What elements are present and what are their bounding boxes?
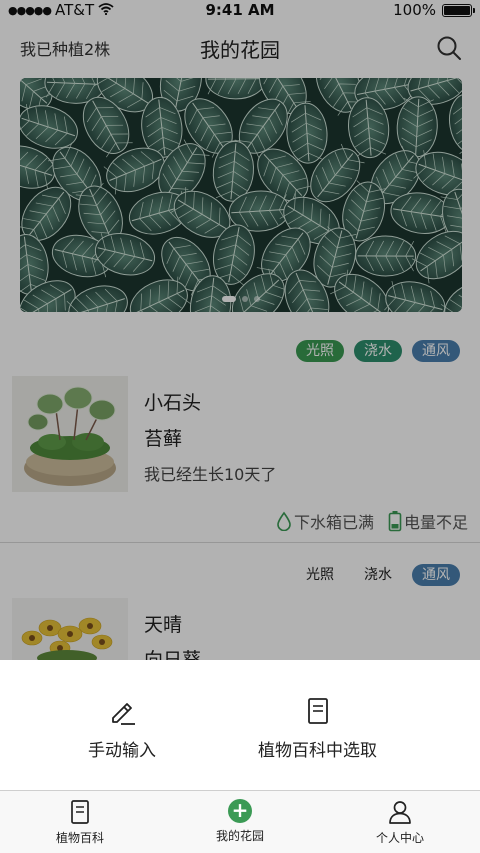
tab-my-garden[interactable]: + 我的花园 xyxy=(160,791,320,853)
manual-input-option[interactable]: 手动输入 xyxy=(88,696,156,761)
manual-input-label: 手动输入 xyxy=(88,741,156,761)
tab-encyclopedia[interactable]: 植物百科 xyxy=(0,791,160,853)
encyclopedia-pick-option[interactable]: 植物百科中选取 xyxy=(258,696,377,761)
encyclopedia-pick-label: 植物百科中选取 xyxy=(258,741,377,761)
person-icon xyxy=(389,801,411,824)
tab-label: 植物百科 xyxy=(55,831,104,845)
tab-bar: 植物百科 + 我的花园 个人中心 xyxy=(0,790,480,853)
tab-label: 我的花园 xyxy=(215,829,264,843)
add-plant-sheet: 手动输入 植物百科中选取 xyxy=(0,660,480,790)
tab-label: 个人中心 xyxy=(375,831,424,845)
pencil-icon xyxy=(112,703,135,725)
book-icon xyxy=(71,800,89,824)
plus-icon: + xyxy=(228,799,252,823)
book-icon xyxy=(307,698,328,724)
modal-backdrop[interactable] xyxy=(0,0,480,660)
tab-profile[interactable]: 个人中心 xyxy=(320,791,480,853)
